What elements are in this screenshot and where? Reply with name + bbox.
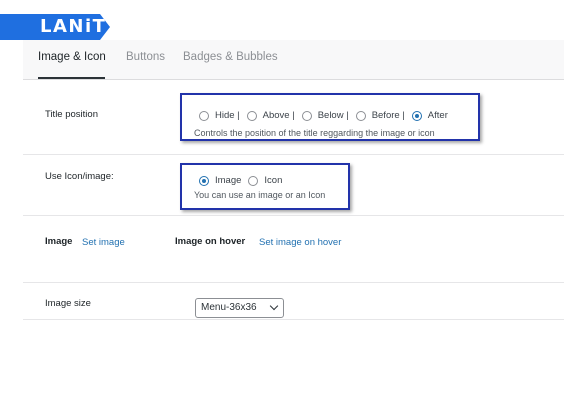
title-position-row: Title position Hide | Above | Below | Be… <box>23 80 564 155</box>
image-size-value: Menu-36x36 <box>201 302 257 313</box>
image-on-hover-label: Image on hover <box>175 236 246 247</box>
set-image-on-hover-link[interactable]: Set image on hover <box>259 237 341 248</box>
use-icon-description: You can use an image or an Icon <box>194 190 326 200</box>
image-size-row: Image size <box>23 283 564 320</box>
radio-above[interactable] <box>246 110 257 121</box>
active-tab-underline <box>38 77 105 79</box>
radio-icon[interactable] <box>248 175 259 186</box>
radio-after[interactable] <box>411 110 422 121</box>
option-label: Icon <box>264 175 283 186</box>
use-icon-radios: Image Icon <box>199 175 289 186</box>
title-position-description: Controls the position of the title regga… <box>194 128 435 138</box>
title-option-before[interactable]: Before | <box>355 110 408 121</box>
title-option-after[interactable]: After <box>411 110 451 121</box>
option-label: Before | <box>371 110 405 121</box>
tab-badges-bubbles[interactable]: Badges & Bubbles <box>183 51 278 63</box>
logo: LANiT <box>40 16 107 37</box>
image-size-select[interactable]: Menu-36x36 <box>195 298 284 318</box>
logo-banner: LANiT <box>0 14 110 40</box>
use-icon-highlight <box>180 163 350 210</box>
settings-panel: Image & Icon Buttons Badges & Bubbles Ti… <box>23 40 564 330</box>
radio-before[interactable] <box>355 110 366 121</box>
tab-image-icon[interactable]: Image & Icon <box>38 51 106 63</box>
set-image-link[interactable]: Set image <box>82 237 125 248</box>
option-label: Below | <box>317 110 349 121</box>
use-option-icon[interactable]: Icon <box>248 175 285 186</box>
radio-image[interactable] <box>199 175 209 186</box>
image-size-label: Image size <box>45 298 91 309</box>
image-row: Image Set image Image on hover Set image… <box>23 216 564 283</box>
title-option-below[interactable]: Below | <box>301 110 352 121</box>
option-label: Hide | <box>215 110 240 121</box>
option-label: Above | <box>262 110 295 121</box>
radio-hide[interactable] <box>199 110 209 121</box>
use-option-image[interactable]: Image <box>199 175 244 186</box>
use-icon-row: Use Icon/image: Image Icon You can use a… <box>23 155 564 216</box>
option-label: Image <box>215 175 242 186</box>
title-option-hide[interactable]: Hide | <box>199 110 243 121</box>
chevron-down-icon <box>269 301 279 311</box>
tab-bar: Image & Icon Buttons Badges & Bubbles <box>23 40 564 80</box>
title-option-above[interactable]: Above | <box>246 110 298 121</box>
tab-buttons[interactable]: Buttons <box>126 51 165 63</box>
image-label: Image <box>45 236 73 247</box>
title-position-radios: Hide | Above | Below | Before | After <box>199 110 455 121</box>
option-label: After <box>427 110 448 121</box>
radio-below[interactable] <box>301 110 312 121</box>
use-icon-label: Use Icon/image: <box>45 171 114 182</box>
title-position-label: Title position <box>45 109 98 120</box>
